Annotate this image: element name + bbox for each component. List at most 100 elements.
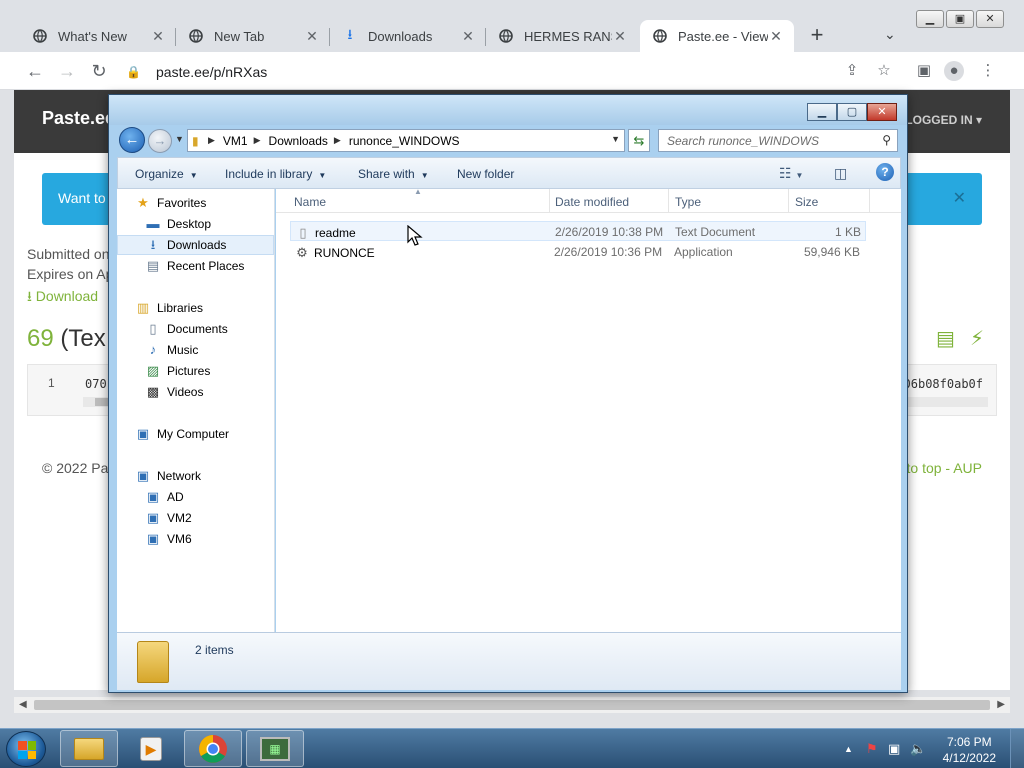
new-folder-button[interactable]: New folder [457, 167, 514, 181]
tab-close-icon[interactable]: ✕ [150, 28, 166, 45]
submitted-text: Submitted on [27, 246, 110, 262]
file-row-readme[interactable]: ▯ readme 2/26/2019 10:38 PM Text Document… [290, 221, 866, 241]
nav-my-computer[interactable]: ▣ My Computer [135, 424, 229, 444]
show-desktop-button[interactable] [1010, 729, 1024, 768]
explorer-address-bar[interactable]: ▮ ▶ VM1 ▶ Downloads ▶ runonce_WINDOWS ▼ [187, 129, 625, 152]
chevron-right-icon[interactable]: ▶ [334, 135, 341, 146]
breadcrumb-vm1[interactable]: VM1 [223, 134, 248, 148]
show-hidden-icons-icon[interactable]: ▲ [844, 744, 853, 754]
help-icon[interactable]: ? [876, 163, 894, 181]
maximize-button[interactable]: ▢ [837, 103, 867, 121]
nav-desktop[interactable]: ▬ Desktop [145, 214, 212, 234]
column-divider[interactable] [788, 189, 789, 213]
column-size[interactable]: Size [795, 195, 818, 209]
chevron-right-icon[interactable]: ▶ [254, 135, 261, 146]
nav-pictures[interactable]: ▨ Pictures [145, 361, 211, 381]
nav-host-vm6[interactable]: ▣ VM6 [145, 529, 192, 549]
profile-icon[interactable]: ● [944, 61, 964, 81]
forward-arrow-icon[interactable]: → [148, 129, 172, 153]
tab-close-icon[interactable]: ✕ [304, 28, 320, 45]
side-panel-icon[interactable]: ▣ [914, 61, 934, 81]
new-tab-button[interactable]: + [806, 24, 828, 46]
tab-close-icon[interactable]: ✕ [768, 28, 784, 45]
taskbar-network-tool[interactable]: ▦ [246, 730, 304, 767]
bookmark-star-icon[interactable]: ☆ [874, 61, 894, 81]
nav-recent-places[interactable]: ▤ Recent Places [145, 256, 245, 276]
organize-button[interactable]: Organize ▼ [135, 167, 198, 181]
share-icon[interactable]: ⇪ [842, 61, 862, 81]
volume-icon[interactable]: 🔈 [910, 741, 926, 757]
network-status-icon[interactable]: ▣ [888, 741, 900, 757]
nav-videos[interactable]: ▩ Videos [145, 382, 204, 402]
explorer-title-bar[interactable]: ▁ ▢ ✕ [109, 95, 907, 125]
tab-downloads[interactable]: ⭳ Downloads ✕ [330, 20, 486, 52]
nav-documents[interactable]: ▯ Documents [145, 319, 227, 339]
back-arrow-icon[interactable]: ← [24, 60, 46, 82]
nav-music[interactable]: ♪ Music [145, 340, 199, 360]
file-type: Application [674, 245, 733, 259]
taskbar-explorer[interactable] [60, 730, 118, 767]
nav-host-ad[interactable]: ▣ AD [145, 487, 184, 507]
tab-new-tab[interactable]: New Tab ✕ [176, 20, 330, 52]
taskbar-media-player[interactable]: ▶ [122, 730, 180, 767]
tab-close-icon[interactable]: ✕ [612, 28, 628, 45]
tab-hermes[interactable]: HERMES RANSO ✕ [486, 20, 638, 52]
tab-close-icon[interactable]: ✕ [460, 28, 476, 45]
chevron-right-icon[interactable]: ▶ [208, 135, 215, 146]
pictures-icon: ▨ [146, 363, 160, 378]
plug-icon[interactable]: ⚡ [970, 326, 994, 350]
minimize-button[interactable]: ▁ [807, 103, 837, 121]
nav-libraries[interactable]: ▥ Libraries [135, 298, 203, 318]
tab-whats-new[interactable]: What's New ✕ [20, 20, 176, 52]
scroll-thumb[interactable] [34, 700, 990, 710]
command-bar: Organize ▼ Include in library ▼ Share with… [117, 157, 901, 189]
share-with-button[interactable]: Share with ▼ [358, 167, 429, 181]
back-arrow-icon[interactable]: ← [119, 127, 145, 153]
start-button[interactable] [6, 731, 46, 767]
browser-toolbar: ← → ↻ 🔒 paste.ee/p/nRXas ⇪ ☆ ▣ ● ⋮ [0, 52, 1024, 90]
minimize-button[interactable]: ▁ [916, 10, 944, 28]
address-bar[interactable]: 🔒 paste.ee/p/nRXas [126, 58, 906, 86]
nav-network[interactable]: ▣ Network [135, 466, 201, 486]
taskbar-chrome[interactable] [184, 730, 242, 767]
column-divider[interactable] [869, 189, 870, 213]
close-button[interactable]: ✕ [867, 103, 897, 121]
column-divider[interactable] [668, 189, 669, 213]
nav-downloads[interactable]: ⭳ Downloads [117, 235, 274, 255]
menu-dots-icon[interactable]: ⋮ [978, 61, 998, 81]
tab-paste-ee[interactable]: Paste.ee - View p ✕ [640, 20, 794, 52]
document-icon[interactable]: ▤ [936, 326, 960, 350]
include-in-library-button[interactable]: Include in library ▼ [225, 167, 326, 181]
search-input[interactable]: Search runonce_WINDOWS ⚲ [658, 129, 898, 152]
tab-search-chevron-icon[interactable]: ⌄ [884, 26, 896, 43]
footer-links[interactable]: to top - AUP [907, 460, 982, 476]
scroll-right-arrow-icon[interactable]: ▶ [997, 699, 1005, 710]
maximize-button[interactable]: ▣ [946, 10, 974, 28]
clock-time: 7:06 PM [946, 735, 992, 749]
close-icon[interactable]: ✕ [953, 188, 966, 208]
action-center-icon[interactable]: ⚑ [866, 741, 878, 757]
close-button[interactable]: ✕ [976, 10, 1004, 28]
nav-host-vm2[interactable]: ▣ VM2 [145, 508, 192, 528]
forward-arrow-icon[interactable]: → [56, 60, 78, 82]
column-divider[interactable] [549, 189, 550, 213]
refresh-icon[interactable]: ⇆ [628, 129, 650, 152]
download-link[interactable]: ⭳ Download [27, 286, 98, 310]
page-horizontal-scrollbar[interactable]: ◀ ▶ [14, 697, 1010, 713]
site-logo[interactable]: Paste.ee [42, 108, 115, 129]
scroll-left-arrow-icon[interactable]: ◀ [19, 699, 27, 710]
preview-pane-icon[interactable]: ◫ [834, 165, 847, 182]
column-name[interactable]: Name [294, 195, 326, 209]
file-row-runonce[interactable]: ⚙ RUNONCE 2/26/2019 10:36 PM Application … [290, 242, 866, 262]
chevron-down-icon[interactable]: ▼ [611, 134, 620, 144]
search-icon[interactable]: ⚲ [882, 133, 891, 147]
column-type[interactable]: Type [675, 195, 701, 209]
view-options-icon[interactable]: ☷ ▼ [779, 165, 803, 182]
recent-pages-chevron-icon[interactable]: ▼ [175, 134, 184, 144]
clock[interactable]: 7:06 PM 4/12/2022 [943, 734, 996, 766]
nav-favorites[interactable]: ★ Favorites [135, 193, 206, 213]
breadcrumb-downloads[interactable]: Downloads [269, 134, 328, 148]
reload-icon[interactable]: ↻ [88, 60, 110, 82]
column-date-modified[interactable]: Date modified [555, 195, 629, 209]
breadcrumb-runonce[interactable]: runonce_WINDOWS [349, 134, 460, 148]
